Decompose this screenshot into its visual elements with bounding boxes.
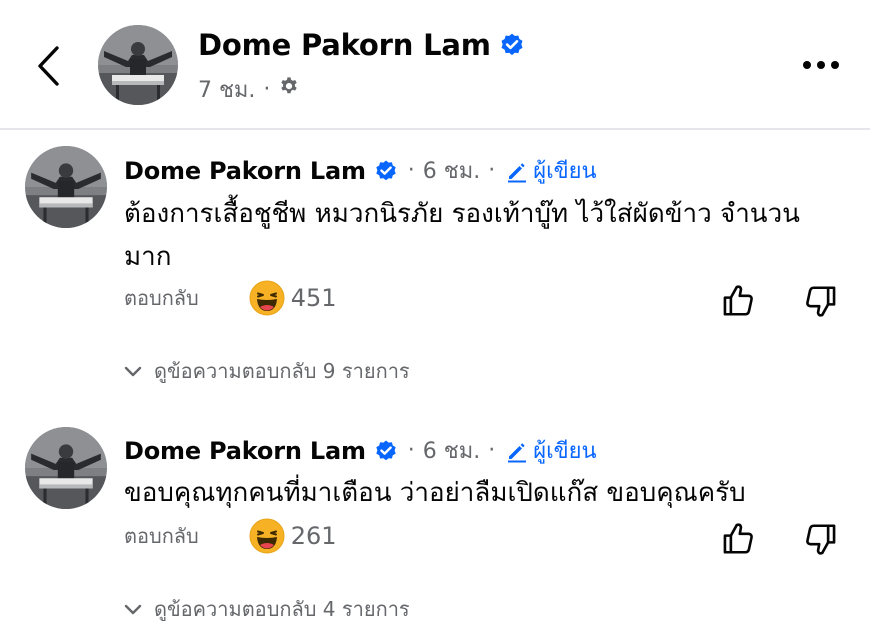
reaction-count: 261 — [290, 522, 337, 550]
upvote-button[interactable] — [719, 281, 757, 319]
comment-avatar[interactable] — [25, 146, 107, 228]
comment-meta: · 6 ชม. · ผู้เขียน — [408, 153, 597, 188]
header-divider — [0, 128, 870, 130]
haha-reaction-icon — [249, 280, 285, 316]
reaction-count: 451 — [290, 284, 337, 312]
thumbs-down-icon — [802, 283, 840, 321]
page-avatar[interactable] — [98, 25, 178, 105]
more-options-button[interactable] — [800, 50, 842, 80]
view-replies-label: ดูข้อความตอบกลับ 4 รายการ — [154, 597, 410, 621]
author-badge: ผู้เขียน — [505, 433, 597, 468]
upvote-button[interactable] — [719, 519, 757, 557]
reply-button[interactable]: ตอบกลับ — [124, 520, 199, 552]
post-meta: 7 ชม. · — [198, 72, 300, 107]
page-name[interactable]: Dome Pakorn Lam — [198, 28, 491, 62]
commenter-name[interactable]: Dome Pakorn Lam — [124, 437, 366, 465]
view-replies-button[interactable]: ดูข้อความตอบกลับ 4 รายการ — [122, 593, 410, 625]
comment-header: Dome Pakorn Lam · 6 ชม. · ผู้เขียน — [124, 433, 597, 468]
commenter-name[interactable]: Dome Pakorn Lam — [124, 157, 366, 185]
back-arrow-icon — [38, 46, 59, 86]
gear-icon — [278, 76, 300, 104]
pencil-icon — [505, 159, 529, 183]
comment-text: ขอบคุณทุกคนที่มาเตือน ว่าอย่าลืมเปิดแก๊ส… — [124, 478, 746, 508]
comment-actions: ตอบกลับ 451 — [124, 280, 337, 316]
comment-header: Dome Pakorn Lam · 6 ชม. · ผู้เขียน — [124, 153, 597, 188]
back-button[interactable] — [30, 42, 70, 90]
verified-badge-icon — [374, 159, 398, 183]
comment-avatar[interactable] — [25, 427, 107, 509]
comment-time[interactable]: 6 ชม. — [423, 433, 480, 468]
reply-button[interactable]: ตอบกลับ — [124, 282, 199, 314]
reaction-summary[interactable]: 451 — [249, 280, 337, 316]
chevron-down-icon — [124, 366, 142, 377]
verified-badge-icon — [374, 439, 398, 463]
comment-text: ต้องการเสื้อชูชีพ หมวกนิรภัย รองเท้าบู๊ท… — [124, 199, 800, 272]
author-label: ผู้เขียน — [533, 439, 597, 464]
author-label: ผู้เขียน — [533, 159, 597, 184]
meta-separator: · — [263, 77, 271, 102]
view-replies-button[interactable]: ดูข้อความตอบกลับ 9 รายการ — [122, 355, 410, 387]
comment-time[interactable]: 6 ชม. — [423, 153, 480, 188]
haha-reaction-icon — [249, 518, 285, 554]
thumbs-down-icon — [802, 521, 840, 559]
verified-badge-icon — [499, 32, 525, 58]
downvote-button[interactable] — [802, 521, 840, 559]
thumbs-up-icon — [719, 519, 757, 557]
pencil-icon — [505, 439, 529, 463]
post-time[interactable]: 7 ชม. — [198, 72, 255, 107]
author-badge: ผู้เขียน — [505, 153, 597, 188]
thumbs-up-icon — [719, 281, 757, 319]
chevron-down-icon — [124, 604, 142, 615]
downvote-button[interactable] — [802, 283, 840, 321]
page-title[interactable]: Dome Pakorn Lam — [198, 28, 525, 62]
view-replies-label: ดูข้อความตอบกลับ 9 รายการ — [154, 359, 410, 383]
comment-actions: ตอบกลับ 261 — [124, 518, 337, 554]
reaction-summary[interactable]: 261 — [249, 518, 337, 554]
comment-meta: · 6 ชม. · ผู้เขียน — [408, 433, 597, 468]
more-icon — [803, 61, 839, 69]
